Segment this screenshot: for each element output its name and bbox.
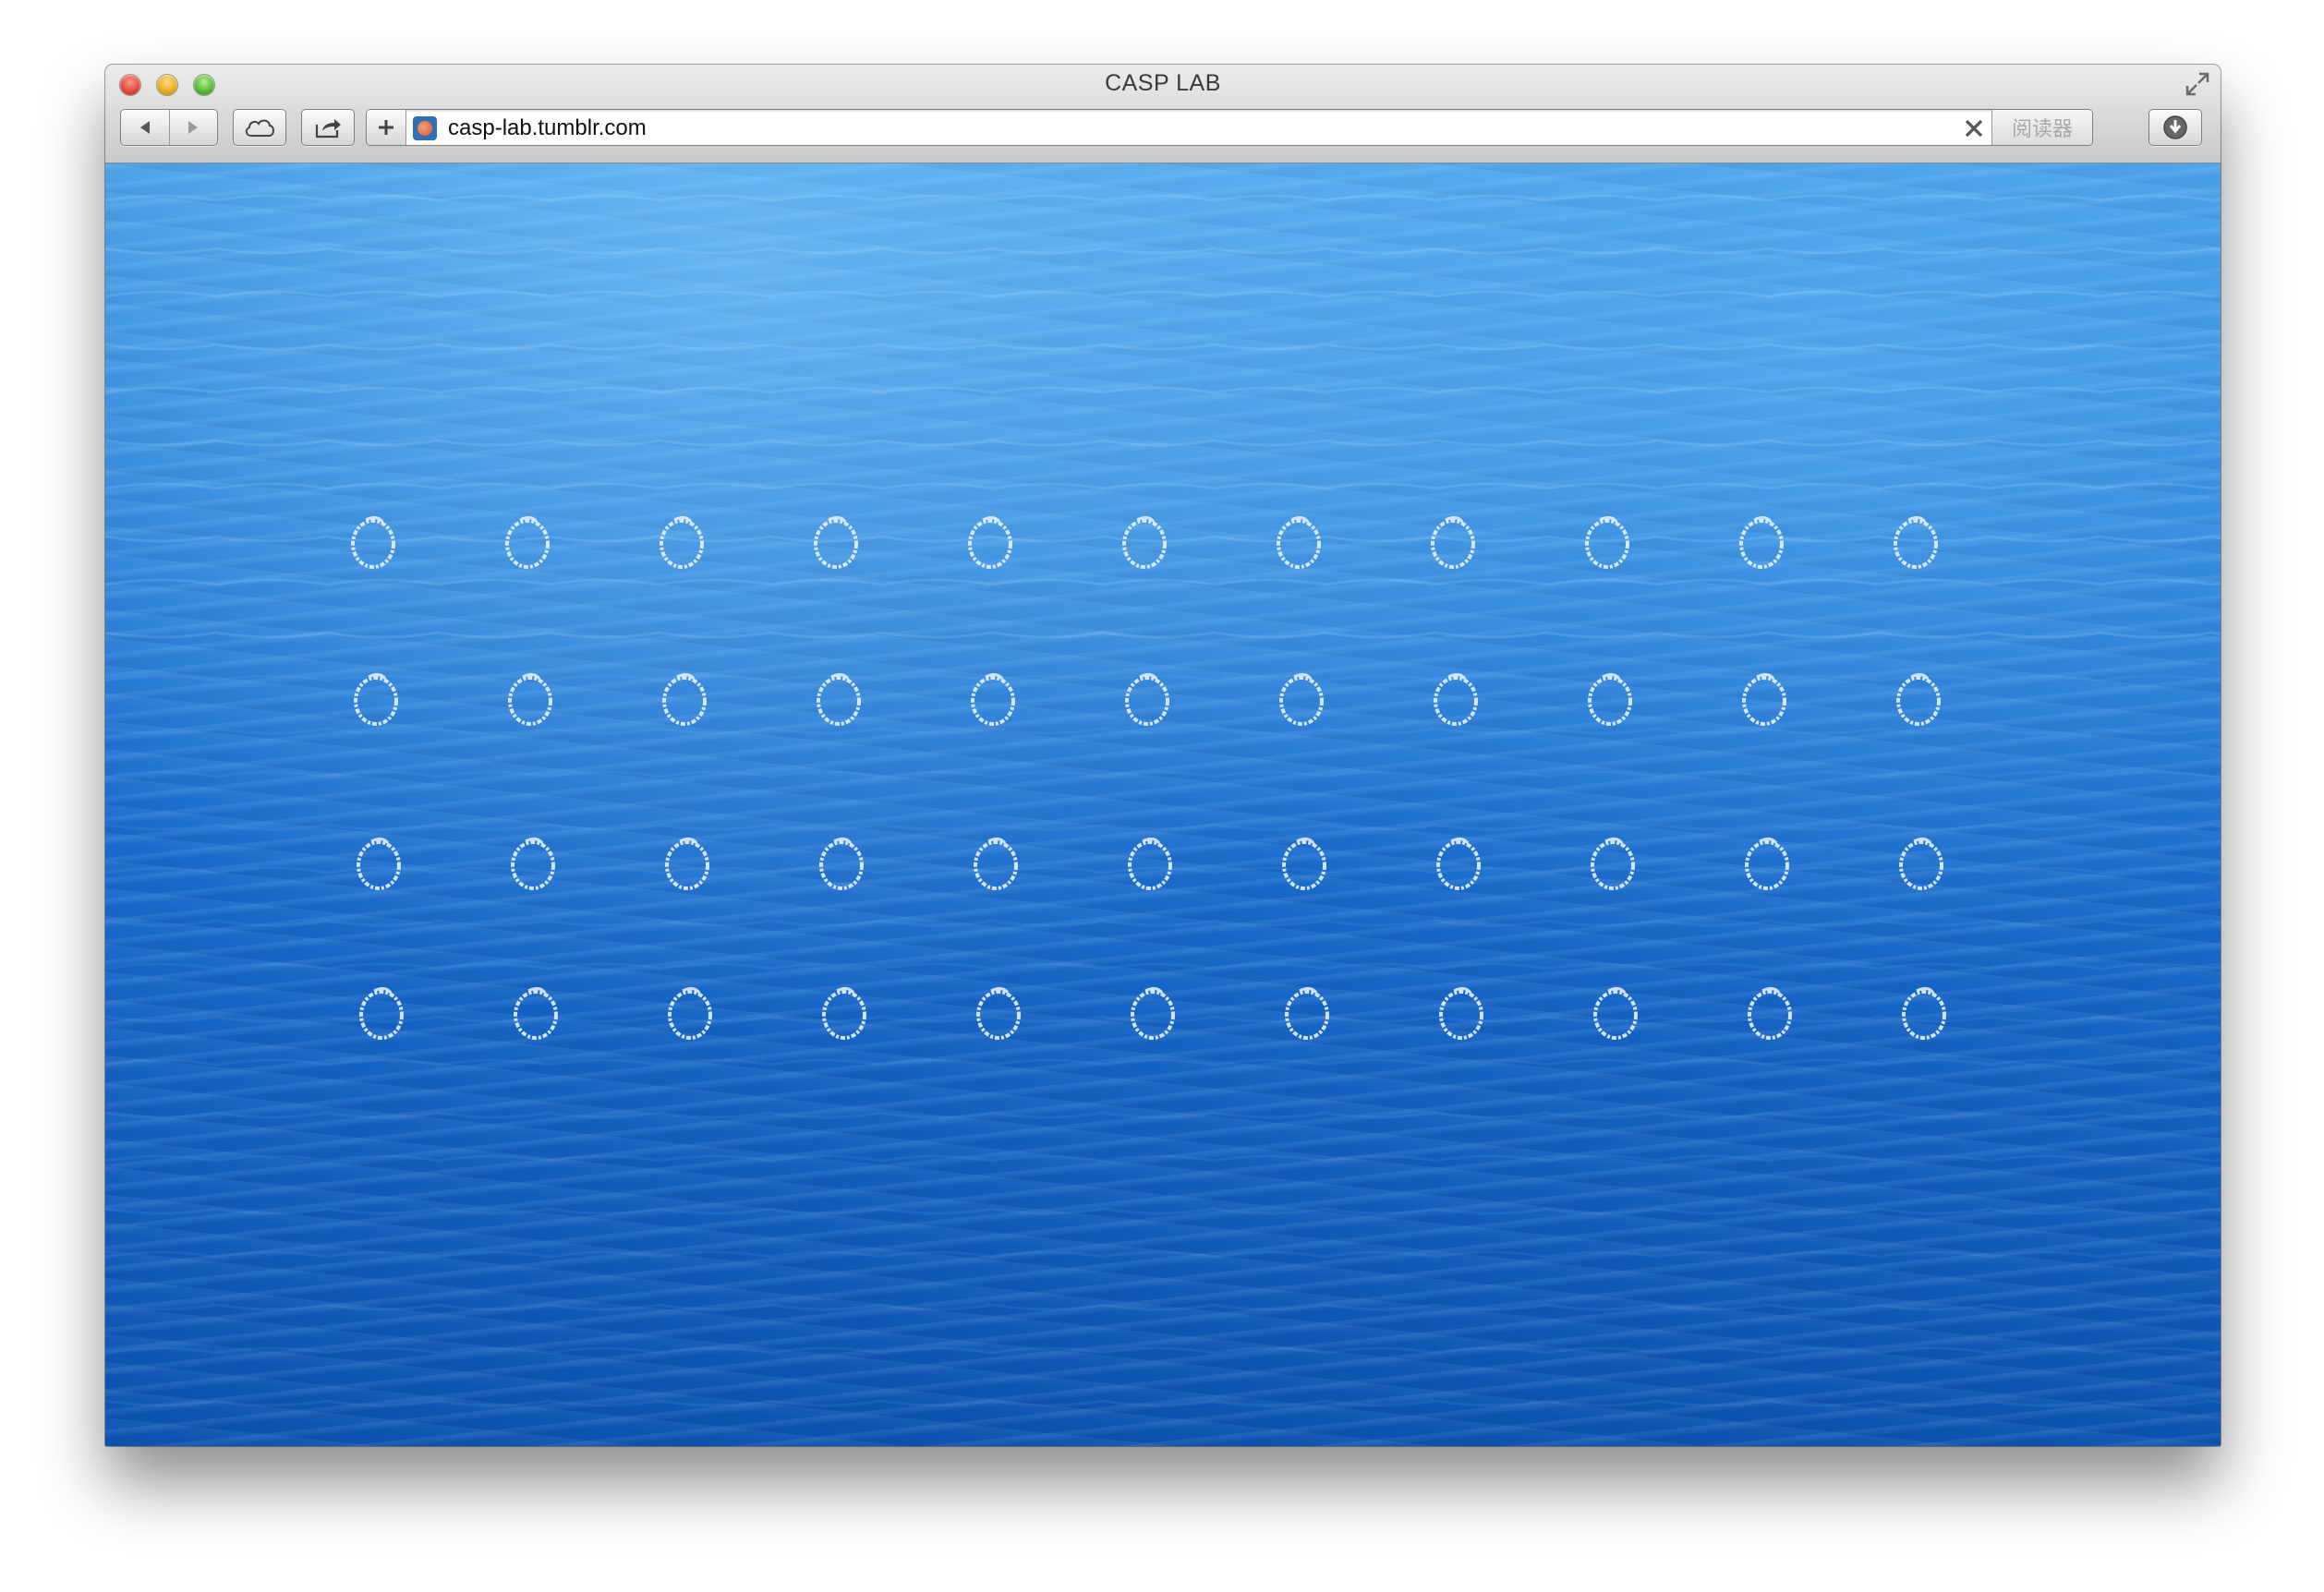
wave-line	[105, 1399, 2221, 1407]
chalk-circle-icon	[505, 515, 550, 569]
wave-line	[105, 674, 2221, 682]
chalk-circle-icon	[1439, 986, 1483, 1040]
close-x-icon[interactable]	[1963, 117, 1985, 139]
wave-line	[105, 1303, 2221, 1311]
back-forward-group	[120, 109, 218, 146]
chalk-circle-icon	[359, 986, 404, 1040]
ring-grid	[105, 194, 2221, 1407]
chalk-circle-icon	[511, 837, 555, 890]
add-bookmark-button[interactable]	[367, 110, 406, 145]
chalk-circle-icon	[1748, 986, 1792, 1040]
chalk-circle-icon	[1282, 837, 1326, 890]
reader-button[interactable]: 阅读器	[1991, 110, 2092, 145]
wave-line	[105, 823, 2221, 831]
back-arrow-icon	[139, 121, 150, 134]
chalk-circle-icon	[968, 515, 1012, 569]
chalk-circle-icon	[1745, 837, 1789, 890]
wave-line	[105, 194, 2221, 202]
chalk-circle-icon	[817, 672, 861, 726]
cloud-icon	[245, 119, 274, 137]
chalk-circle-icon	[1593, 986, 1638, 1040]
chalk-circle-icon	[1128, 837, 1172, 890]
chalk-circle-icon	[508, 672, 552, 726]
wave-line	[105, 386, 2221, 394]
chalk-circle-icon	[660, 515, 704, 569]
back-button[interactable]	[121, 110, 170, 145]
wave-line	[105, 1154, 2221, 1163]
title-bar: CASP LAB casp-lab.tumblr.com 阅读器	[105, 65, 2221, 163]
chalk-circle-icon	[1125, 672, 1169, 726]
favicon-icon	[418, 121, 432, 136]
url-text[interactable]: casp-lab.tumblr.com	[448, 115, 647, 141]
icloud-tabs-button[interactable]	[233, 109, 286, 146]
share-icon	[315, 119, 341, 139]
chalk-circle-icon	[1285, 986, 1329, 1040]
chalk-circle-icon	[1434, 672, 1478, 726]
chalk-circle-icon	[974, 837, 1018, 890]
chalk-circle-icon	[976, 986, 1021, 1040]
chalk-circle-icon	[1436, 837, 1481, 890]
wave-line	[105, 578, 2221, 586]
wave-line	[105, 770, 2221, 778]
chalk-circle-icon	[1896, 672, 1941, 726]
forward-arrow-icon	[188, 121, 199, 134]
chalk-circle-icon	[1279, 672, 1324, 726]
browser-window: CASP LAB casp-lab.tumblr.com 阅读器	[105, 65, 2221, 1446]
window-title: CASP LAB	[1105, 70, 1221, 96]
chalk-circle-icon	[668, 986, 712, 1040]
chalk-circle-icon	[1742, 672, 1786, 726]
wave-line	[105, 1207, 2221, 1215]
address-bar[interactable]: casp-lab.tumblr.com 阅读器	[366, 109, 2093, 146]
chalk-circle-icon	[1588, 672, 1632, 726]
wave-line	[105, 290, 2221, 298]
wave-line	[105, 962, 2221, 971]
wave-line	[105, 482, 2221, 490]
chalk-circle-icon	[822, 986, 866, 1040]
wave-line	[105, 919, 2221, 927]
wave-line	[105, 727, 2221, 735]
chalk-circle-icon	[1131, 986, 1175, 1040]
plus-icon	[379, 120, 393, 135]
wave-line	[105, 631, 2221, 639]
chalk-circle-icon	[662, 672, 707, 726]
chalk-circle-icon	[1739, 515, 1784, 569]
wave-line	[105, 1250, 2221, 1259]
fullscreen-icon[interactable]	[2184, 70, 2211, 98]
chalk-circle-icon	[971, 672, 1015, 726]
chalk-circle-icon	[665, 837, 709, 890]
wave-line	[105, 1058, 2221, 1067]
chalk-circle-icon	[819, 837, 864, 890]
wave-line	[105, 439, 2221, 447]
download-icon	[2163, 115, 2187, 139]
chalk-circle-icon	[1431, 515, 1475, 569]
share-button[interactable]	[301, 109, 355, 146]
downloads-button[interactable]	[2148, 109, 2202, 146]
wave-line	[105, 1346, 2221, 1355]
wave-line	[105, 247, 2221, 255]
wave-line	[105, 1111, 2221, 1119]
chalk-circle-icon	[357, 837, 401, 890]
chalk-circle-icon	[1277, 515, 1321, 569]
chalk-circle-icon	[1902, 986, 1946, 1040]
page-content	[105, 163, 2221, 1446]
chalk-circle-icon	[1591, 837, 1635, 890]
chalk-circle-icon	[354, 672, 398, 726]
chalk-circle-icon	[514, 986, 558, 1040]
wave-line	[105, 343, 2221, 351]
site-favicon	[413, 116, 437, 140]
chalk-circle-icon	[1899, 837, 1943, 890]
forward-button[interactable]	[170, 110, 218, 145]
